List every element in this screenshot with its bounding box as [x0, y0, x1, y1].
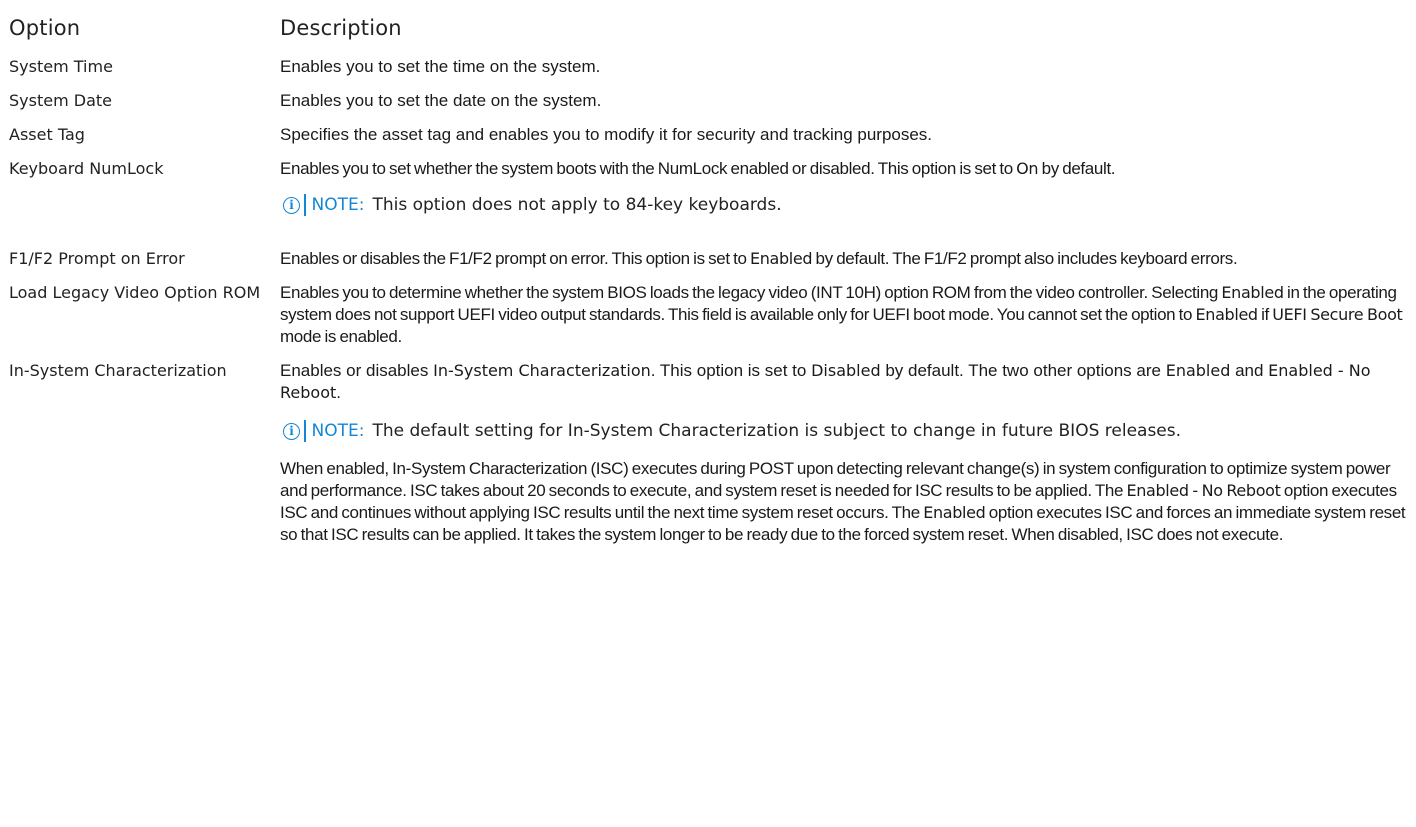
description-text: Specifies the asset tag and enables you … [280, 125, 933, 144]
table-row: System Time Enables you to set the time … [9, 56, 1409, 78]
description-fragment: Enables or disables the F1/F2 prompt on … [280, 249, 750, 268]
option-value: Enabled [923, 503, 986, 522]
option-description: Enables you to set whether the system bo… [280, 158, 1409, 230]
option-value: Enabled [1195, 305, 1259, 324]
description-fragment: . [336, 383, 341, 402]
description-paragraph: When enabled, In-System Characterization… [280, 458, 1409, 546]
description-text: Enables you to set the time on the syste… [280, 57, 601, 76]
description-fragment: . This option is set to [650, 361, 812, 380]
table-row: Keyboard NumLock Enables you to set whet… [9, 158, 1409, 230]
info-icon: i [283, 196, 300, 214]
table-row: System Date Enables you to set the date … [9, 90, 1409, 112]
note-label: NOTE: [311, 421, 365, 441]
option-column-header: Option [9, 16, 81, 40]
description-fragment: Enables or disables [280, 361, 434, 380]
option-value: In-System Characterization [433, 361, 651, 380]
description-text: Enables you to set whether the system bo… [280, 158, 1409, 180]
option-value: On [1016, 159, 1039, 178]
option-name: Asset Tag [9, 125, 85, 144]
option-description: Enables you to determine whether the sys… [280, 282, 1409, 348]
description-column-header: Description [280, 16, 402, 40]
table-row: Asset Tag Specifies the asset tag and en… [9, 124, 1409, 146]
option-description: Enables or disables the F1/F2 prompt on … [280, 248, 1409, 270]
option-value: Enabled [1165, 361, 1231, 380]
option-name: System Date [9, 91, 112, 110]
description-fragment: by default. The two other options are [880, 361, 1166, 380]
table-header: Option Description [9, 16, 1409, 56]
option-name: F1/F2 Prompt on Error [9, 249, 185, 268]
description-fragment: by default. [1038, 159, 1116, 178]
description-fragment: and [1230, 361, 1269, 380]
option-description: Enables you to set the time on the syste… [280, 56, 1409, 78]
option-value: UEFI Secure Boot [1272, 305, 1403, 324]
note-divider [304, 420, 306, 442]
description-text: Enables you to set the date on the syste… [280, 91, 602, 110]
note-divider [304, 194, 306, 216]
description-text: Enables or disables the F1/F2 prompt on … [280, 248, 1409, 270]
option-description: Enables you to set the date on the syste… [280, 90, 1409, 112]
table-row: F1/F2 Prompt on Error Enables or disable… [9, 248, 1409, 270]
option-value: Enabled - No Reboot [1126, 481, 1281, 500]
note-text: The default setting for In-System Charac… [372, 421, 1182, 441]
description-fragment: Enables you to set whether the system bo… [280, 159, 1017, 178]
info-icon: i [283, 422, 300, 440]
option-value: Enabled [1221, 283, 1284, 302]
description-fragment: if [1257, 305, 1273, 324]
option-description: Specifies the asset tag and enables you … [280, 124, 1409, 146]
option-name: Keyboard NumLock [9, 159, 164, 178]
note-text: This option does not apply to 84-key key… [372, 195, 782, 215]
description-fragment: mode is enabled. [280, 327, 402, 346]
option-value: Enabled [749, 249, 813, 268]
description-fragment: Enables you to determine whether the sys… [280, 283, 1222, 302]
description-fragment: by default. The F1/F2 prompt also includ… [812, 249, 1238, 268]
bios-options-table: Option Description System Time Enables y… [9, 16, 1409, 558]
option-name: Load Legacy Video Option ROM [9, 283, 261, 302]
option-description: Enables or disables In-System Characteri… [280, 360, 1409, 546]
note: i NOTE: The default setting for In-Syste… [280, 420, 1409, 442]
option-name: System Time [9, 57, 113, 76]
option-value: Disabled [811, 361, 881, 380]
description-text: Enables you to determine whether the sys… [280, 282, 1409, 348]
note-label: NOTE: [311, 195, 365, 215]
note: i NOTE: This option does not apply to 84… [280, 194, 1409, 216]
description-text: Enables or disables In-System Characteri… [280, 360, 1409, 404]
table-row: In-System Characterization Enables or di… [9, 360, 1409, 546]
table-row: Load Legacy Video Option ROM Enables you… [9, 282, 1409, 348]
option-name: In-System Characterization [9, 361, 227, 380]
